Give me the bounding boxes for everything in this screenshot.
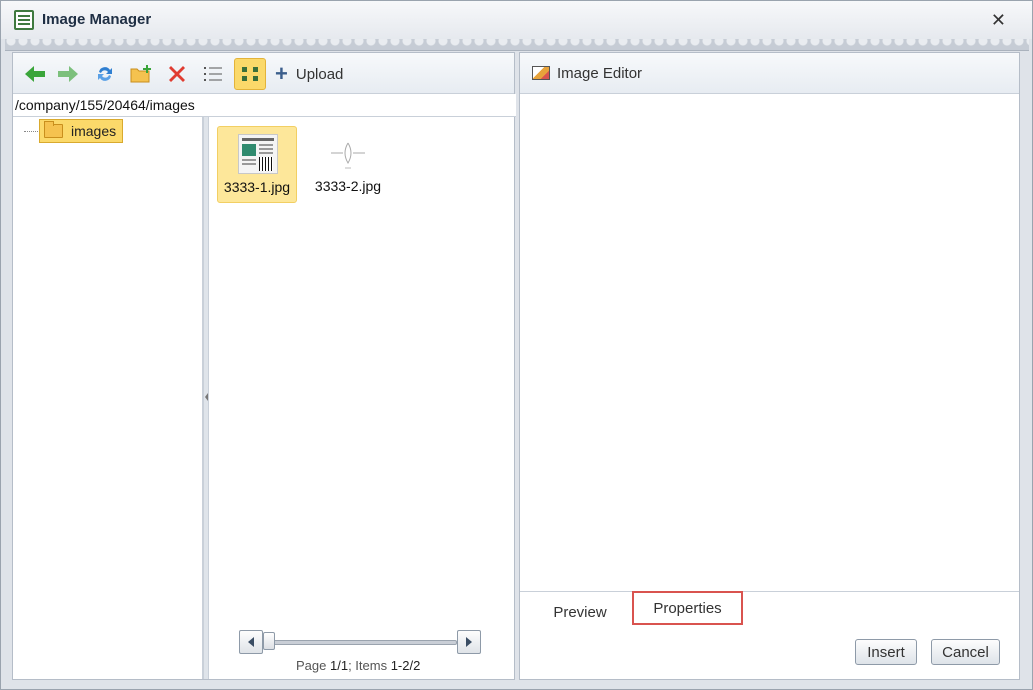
refresh-icon — [98, 67, 112, 81]
file-list: 3333-1.jpg 3333-2.jpg Page 1/1; Items 1-… — [209, 117, 514, 679]
window-icon — [14, 10, 34, 30]
list-view-button[interactable] — [199, 60, 227, 88]
insert-button[interactable]: Insert — [855, 639, 917, 665]
file-toolbar: + Upload — [13, 53, 514, 94]
image-editor-header[interactable]: Image Editor — [520, 53, 1019, 94]
delete-icon — [169, 66, 185, 82]
pager-slider — [239, 630, 485, 654]
pager-prev-button[interactable] — [239, 630, 263, 654]
file-item[interactable]: 3333-1.jpg — [217, 126, 297, 203]
tree-node-label: images — [71, 123, 117, 139]
tree-connector — [24, 131, 40, 132]
refresh-button[interactable] — [91, 60, 119, 88]
new-folder-icon — [130, 65, 151, 83]
list-view-icon — [204, 67, 222, 81]
arrow-left-icon — [25, 66, 45, 82]
thumbnail-view-icon — [242, 67, 258, 81]
decorative-border — [5, 39, 1029, 51]
delete-button[interactable] — [163, 60, 191, 88]
item-count: 1-2/2 — [390, 658, 421, 673]
file-name: 3333-1.jpg — [223, 179, 291, 195]
back-button[interactable] — [21, 60, 49, 88]
page-count: 1/1 — [329, 658, 349, 673]
image-thumbnail — [331, 142, 365, 169]
upload-button[interactable]: + Upload — [275, 63, 343, 85]
thumbnail-view-button[interactable] — [234, 58, 266, 90]
tab-properties[interactable]: Properties — [632, 591, 743, 625]
image-editor-icon — [532, 66, 550, 80]
folder-tree: images — [13, 117, 203, 679]
forward-button[interactable] — [54, 60, 82, 88]
plus-icon: + — [275, 61, 288, 86]
image-manager-dialog: Image Manager ✕ + Upload /company/155/20… — [0, 0, 1033, 690]
pager-next-button[interactable] — [457, 630, 481, 654]
image-editor-panel: Image Editor Preview Properties Insert C… — [519, 52, 1020, 680]
editor-content — [520, 94, 1019, 592]
file-browser-panel: + Upload /company/155/20464/images image… — [12, 52, 516, 680]
folder-icon — [44, 121, 63, 138]
window-title: Image Manager — [42, 11, 152, 28]
file-name: 3333-2.jpg — [314, 178, 382, 194]
pager-info: Page 1/1; Items 1-2/2 — [296, 658, 421, 673]
pager-track[interactable] — [267, 640, 457, 645]
cancel-button[interactable]: Cancel — [931, 639, 1000, 665]
current-path: /company/155/20464/images — [13, 94, 516, 117]
close-icon[interactable]: ✕ — [991, 10, 1006, 31]
file-item[interactable]: 3333-2.jpg — [308, 126, 388, 203]
tree-node-images[interactable]: images — [39, 119, 124, 143]
image-thumbnail — [238, 134, 278, 174]
tab-preview[interactable]: Preview — [545, 601, 615, 625]
arrow-right-icon — [58, 66, 78, 82]
upload-label: Upload — [295, 65, 344, 83]
pager-thumb[interactable] — [263, 632, 275, 650]
title-bar[interactable]: Image Manager ✕ — [1, 1, 1032, 39]
image-editor-title: Image Editor — [557, 64, 643, 82]
new-folder-button[interactable] — [127, 60, 155, 88]
